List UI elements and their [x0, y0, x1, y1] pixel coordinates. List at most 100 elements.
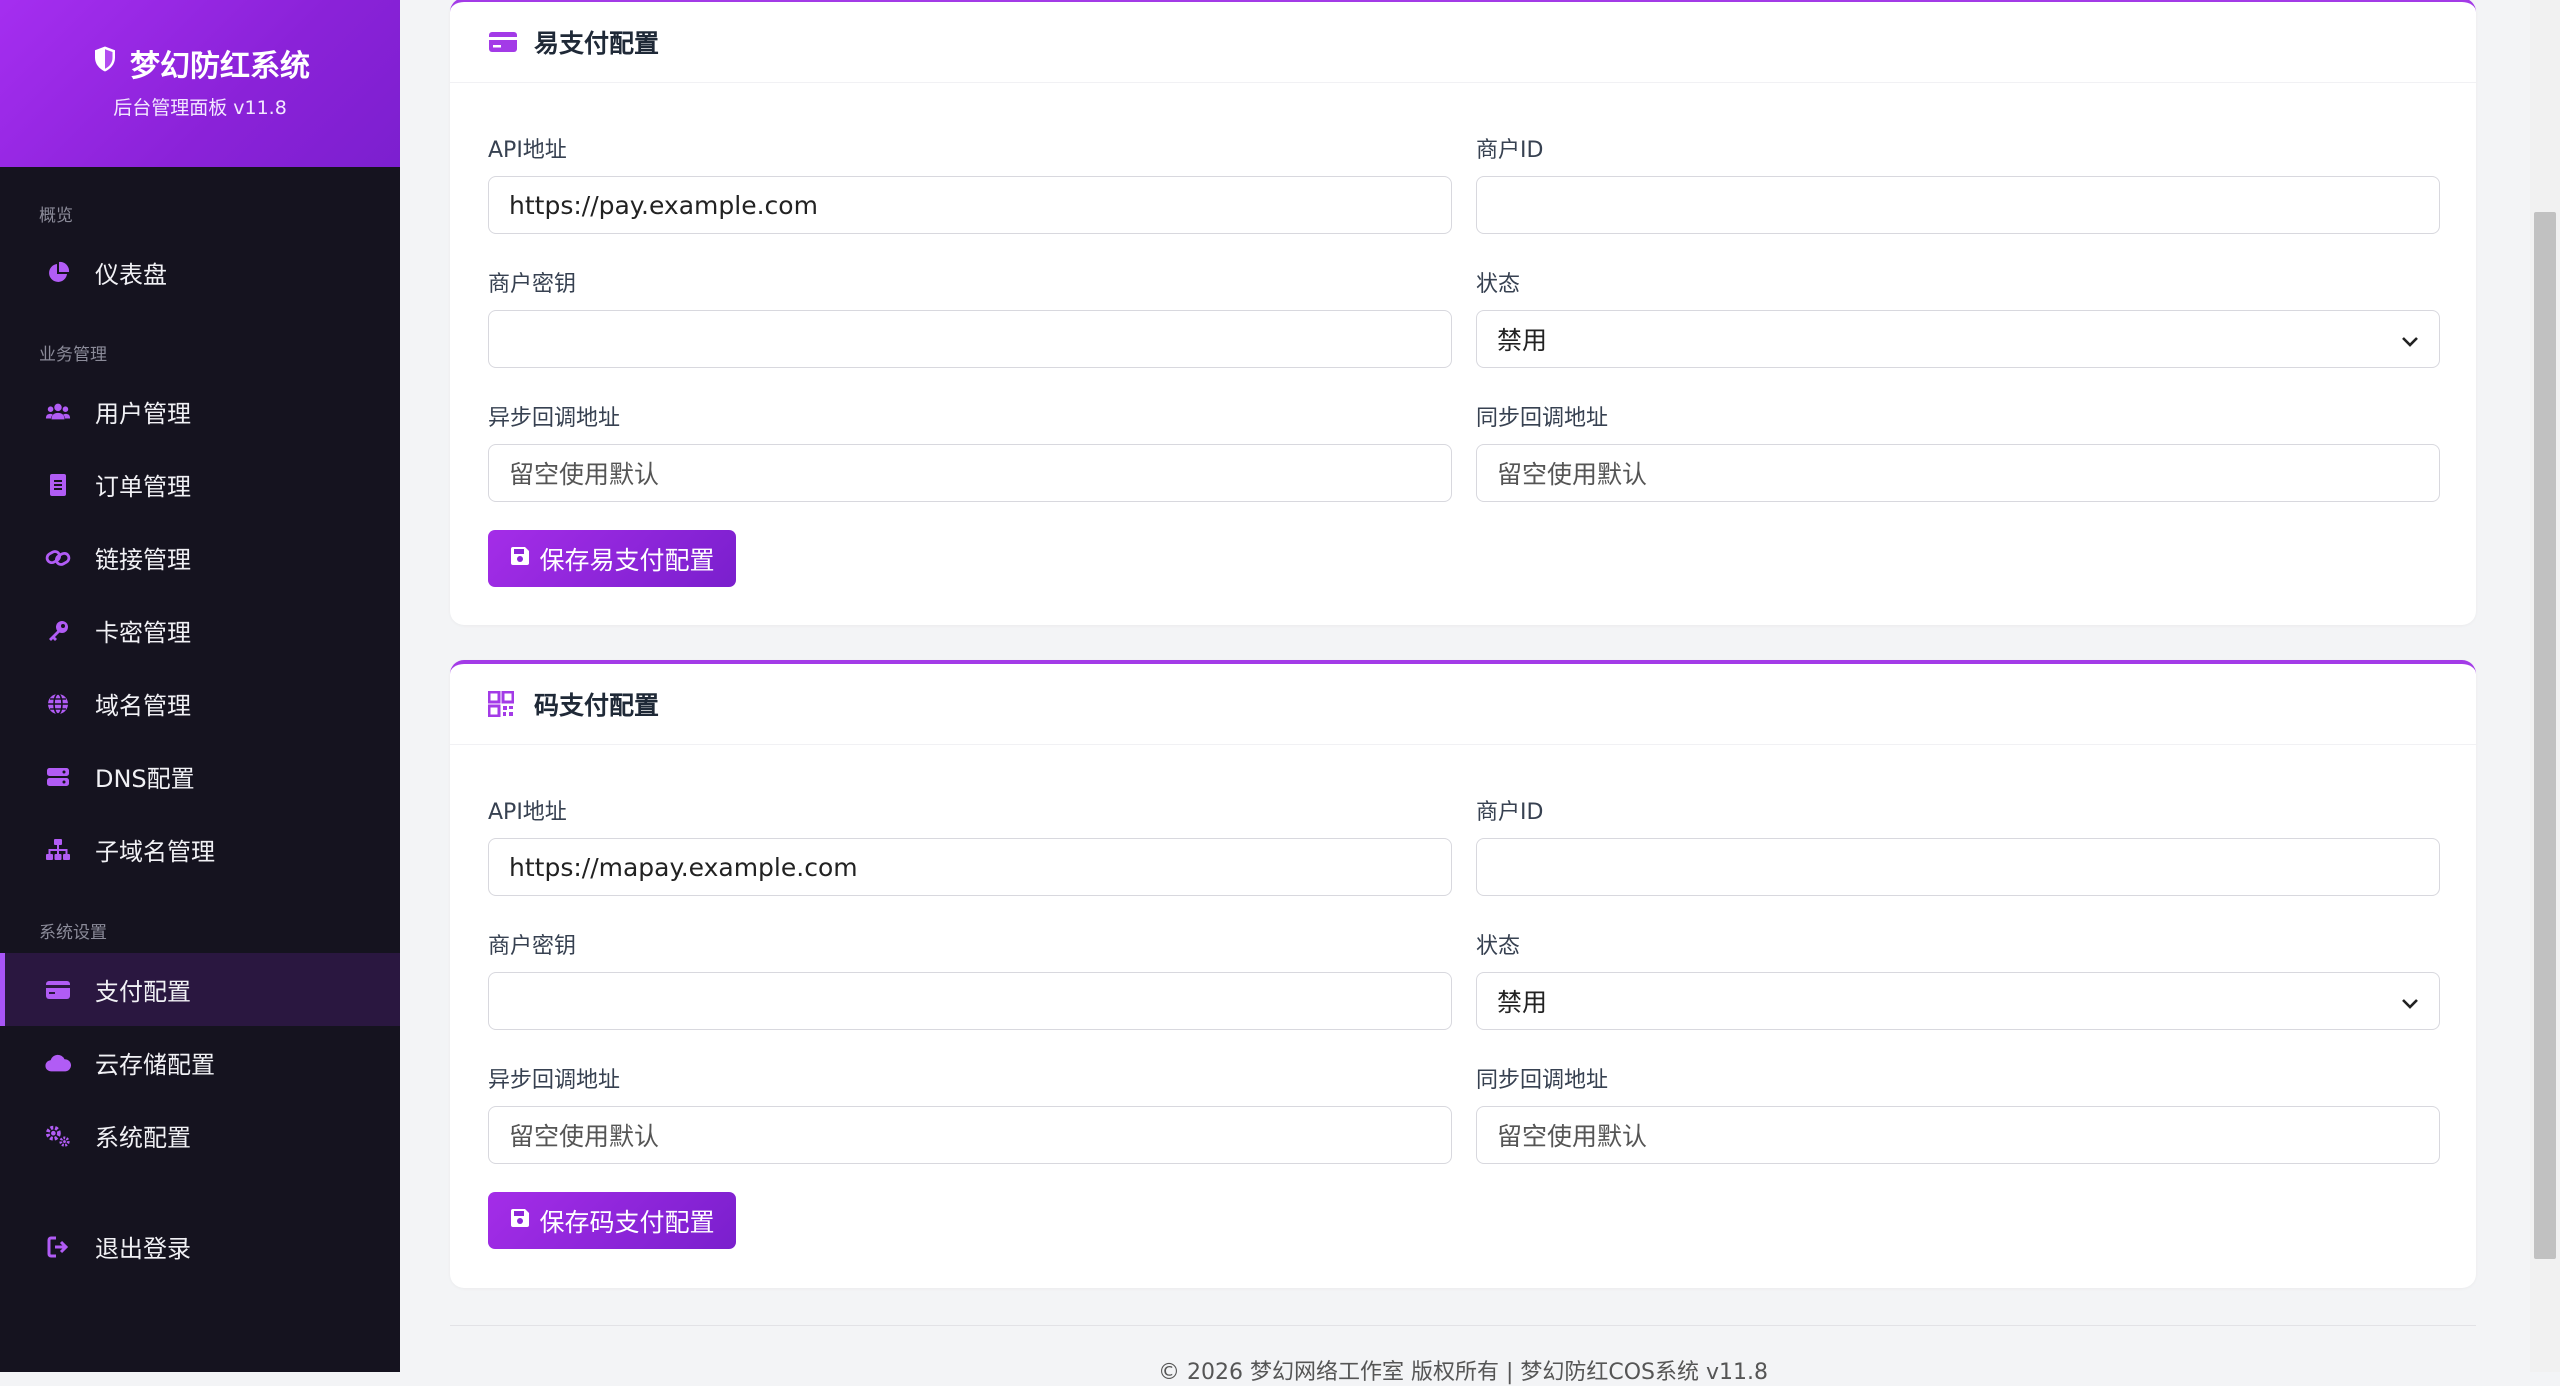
mapay-config-card: 码支付配置 API地址 https://mapay.example.com 商户…	[450, 660, 2476, 1288]
nav-section-business: 业务管理	[39, 345, 107, 365]
epay-status-field: 状态 禁用	[1476, 266, 2440, 368]
brand-subtitle: 后台管理面板 v11.8	[113, 97, 287, 119]
epay-return-input[interactable]: 留空使用默认	[1476, 444, 2440, 502]
scrollbar-thumb[interactable]	[2534, 212, 2556, 1259]
epay-merchant-key-input[interactable]	[488, 310, 1452, 368]
cloud-icon	[45, 1050, 71, 1076]
mapay-merchant-key-label: 商户密钥	[488, 934, 577, 959]
sidebar-item-label: 链接管理	[95, 546, 191, 574]
mapay-merchant-key-input[interactable]	[488, 972, 1452, 1030]
footer-text: © 2026 梦幻网络工作室 版权所有 | 梦幻防红COS系统 v11.8	[1157, 1360, 1768, 1385]
mapay-status-value: 禁用	[1497, 988, 1548, 1017]
epay-api-field: API地址 https://pay.example.com	[488, 132, 1452, 234]
sidebar-item-cards[interactable]: 卡密管理	[0, 594, 400, 667]
sidebar-item-system[interactable]: 系统配置	[0, 1099, 400, 1172]
brand-title: 梦幻防红系统	[90, 41, 310, 85]
mapay-merchant-id-label: 商户ID	[1476, 800, 1544, 825]
sidebar-item-orders[interactable]: 订单管理	[0, 448, 400, 521]
save-epay-label: 保存易支付配置	[539, 545, 715, 575]
mapay-notify-field: 异步回调地址 留空使用默认	[488, 1062, 1452, 1164]
epay-api-input[interactable]: https://pay.example.com	[488, 176, 1452, 234]
sidebar-item-label: 系统配置	[95, 1124, 191, 1152]
sidebar-item-subdomains[interactable]: 子域名管理	[0, 813, 400, 886]
pie-chart-icon	[45, 260, 71, 286]
sidebar-item-cloud-storage[interactable]: 云存储配置	[0, 1026, 400, 1099]
mapay-merchant-id-input[interactable]	[1476, 838, 2440, 896]
sidebar-item-label: 订单管理	[95, 473, 191, 501]
sidebar: 梦幻防红系统 后台管理面板 v11.8 概览 仪表盘 业务管理 用户管理 订单管…	[0, 0, 400, 1372]
sidebar-item-label: 用户管理	[95, 400, 191, 428]
credit-card-icon	[488, 27, 518, 57]
save-icon	[509, 544, 531, 573]
epay-return-label: 同步回调地址	[1476, 406, 1609, 431]
main-content: 易支付配置 API地址 https://pay.example.com 商户ID…	[400, 0, 2530, 1385]
logout-label: 退出登录	[95, 1235, 191, 1263]
sidebar-item-dns[interactable]: DNS配置	[0, 740, 400, 813]
mapay-status-field: 状态 禁用	[1476, 928, 2440, 1030]
save-mapay-label: 保存码支付配置	[539, 1207, 715, 1237]
mapay-status-label: 状态	[1476, 934, 1521, 959]
mapay-merchant-key-field: 商户密钥	[488, 928, 1452, 1030]
mapay-return-input[interactable]: 留空使用默认	[1476, 1106, 2440, 1164]
epay-notify-label: 异步回调地址	[488, 406, 621, 431]
sidebar-item-label: 仪表盘	[95, 261, 167, 289]
users-icon	[45, 399, 71, 425]
gears-icon	[45, 1123, 71, 1149]
brand-name: 梦幻防红系统	[130, 49, 310, 84]
mapay-merchant-id-field: 商户ID	[1476, 794, 2440, 896]
shield-icon	[90, 44, 120, 82]
mapay-api-input[interactable]: https://mapay.example.com	[488, 838, 1452, 896]
mapay-notify-label: 异步回调地址	[488, 1068, 621, 1093]
sidebar-item-links[interactable]: 链接管理	[0, 521, 400, 594]
mapay-return-field: 同步回调地址 留空使用默认	[1476, 1062, 2440, 1164]
credit-card-icon	[45, 977, 71, 1003]
sidebar-item-payment[interactable]: 支付配置	[0, 953, 400, 1026]
chevron-down-icon	[2401, 325, 2419, 354]
qrcode-icon	[488, 689, 518, 719]
epay-merchant-id-label: 商户ID	[1476, 138, 1544, 163]
sidebar-item-label: DNS配置	[95, 765, 195, 793]
key-icon	[45, 618, 71, 644]
receipt-icon	[45, 472, 71, 498]
epay-status-label: 状态	[1476, 272, 1521, 297]
mapay-api-field: API地址 https://mapay.example.com	[488, 794, 1452, 896]
mapay-title: 码支付配置	[534, 691, 660, 720]
sign-out-icon	[45, 1234, 71, 1260]
save-mapay-button[interactable]: 保存码支付配置	[488, 1192, 736, 1249]
epay-config-card: 易支付配置 API地址 https://pay.example.com 商户ID…	[450, 0, 2476, 625]
save-icon	[509, 1206, 531, 1235]
globe-icon	[45, 691, 71, 717]
save-epay-button[interactable]: 保存易支付配置	[488, 530, 736, 587]
sidebar-item-dashboard[interactable]: 仪表盘	[0, 236, 400, 309]
mapay-status-select[interactable]: 禁用	[1476, 972, 2440, 1030]
epay-notify-input[interactable]: 留空使用默认	[488, 444, 1452, 502]
page-footer: © 2026 梦幻网络工作室 版权所有 | 梦幻防红COS系统 v11.8	[450, 1325, 2476, 1386]
sidebar-item-label: 子域名管理	[95, 838, 215, 866]
mapay-notify-input[interactable]: 留空使用默认	[488, 1106, 1452, 1164]
link-icon	[45, 545, 71, 571]
epay-return-field: 同步回调地址 留空使用默认	[1476, 400, 2440, 502]
epay-merchant-id-input[interactable]	[1476, 176, 2440, 234]
logout-button[interactable]: 退出登录	[0, 1210, 400, 1283]
epay-status-value: 禁用	[1497, 326, 1548, 355]
sidebar-item-label: 支付配置	[95, 978, 191, 1006]
epay-card-header: 易支付配置	[450, 2, 2476, 83]
sidebar-item-label: 域名管理	[95, 692, 191, 720]
epay-merchant-key-field: 商户密钥	[488, 266, 1452, 368]
sidebar-item-users[interactable]: 用户管理	[0, 375, 400, 448]
server-icon	[45, 764, 71, 790]
epay-merchant-id-field: 商户ID	[1476, 132, 2440, 234]
chevron-down-icon	[2401, 987, 2419, 1016]
sidebar-item-label: 云存储配置	[95, 1051, 215, 1079]
sidebar-item-domains[interactable]: 域名管理	[0, 667, 400, 740]
sitemap-icon	[45, 837, 71, 863]
epay-merchant-key-label: 商户密钥	[488, 272, 577, 297]
page-scrollbar[interactable]	[2530, 0, 2560, 1372]
mapay-card-header: 码支付配置	[450, 664, 2476, 745]
nav-section-system: 系统设置	[39, 923, 107, 943]
epay-api-label: API地址	[488, 138, 567, 163]
mapay-return-label: 同步回调地址	[1476, 1068, 1609, 1093]
epay-title: 易支付配置	[534, 29, 660, 58]
sidebar-item-label: 卡密管理	[95, 619, 191, 647]
epay-status-select[interactable]: 禁用	[1476, 310, 2440, 368]
